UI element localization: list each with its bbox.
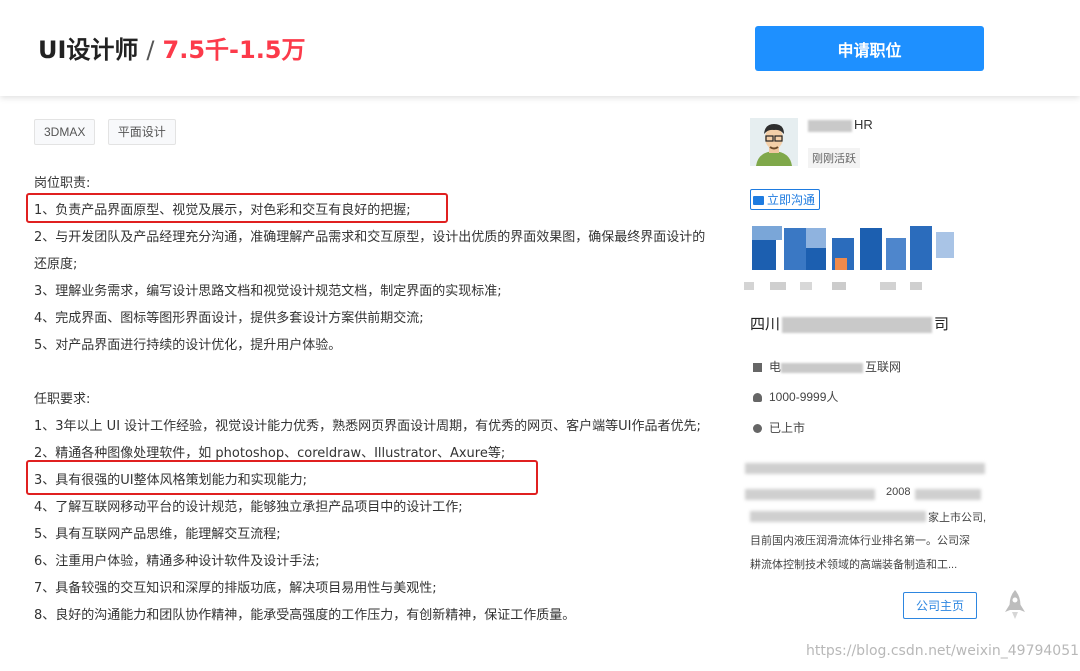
job-title-text: UI设计师 bbox=[38, 36, 139, 64]
company-size: 1000-9999人 bbox=[753, 388, 838, 405]
requirement-item: 1、3年以上 UI 设计工作经验，视觉设计能力优秀，熟悉网页界面设计周期，有优秀… bbox=[34, 419, 701, 434]
requirement-item: 4、了解互联网移动平台的设计规范，能够独立承担产品项目中的设计工作; bbox=[34, 500, 463, 515]
recruiter-status-badge: 刚刚活跃 bbox=[808, 148, 860, 168]
requirement-item: 7、具备较强的交互知识和深厚的排版功底，解决项目易用性与美观性; bbox=[34, 581, 437, 596]
tag-graphic-design: 平面设计 bbox=[107, 119, 176, 145]
redacted-intro-line bbox=[745, 489, 875, 500]
recruiter-role: HR bbox=[854, 117, 873, 132]
job-header: UI设计师/7.5千-1.5万 申请职位 bbox=[0, 0, 1080, 96]
salary: 7.5千-1.5万 bbox=[162, 36, 306, 64]
requirement-item: 5、具有互联网产品思维，能理解交互流程; bbox=[34, 527, 281, 542]
chat-now-label: 立即沟通 bbox=[767, 193, 816, 207]
back-to-top-button[interactable] bbox=[1005, 590, 1025, 620]
rocket-icon bbox=[1005, 590, 1025, 619]
company-name-prefix: 四川 bbox=[750, 316, 781, 333]
duty-item: 4、完成界面、图标等图形界面设计，提供多套设计方案供前期交流; bbox=[34, 311, 424, 326]
chat-icon bbox=[753, 196, 764, 206]
redacted-industry bbox=[781, 362, 864, 373]
people-icon bbox=[753, 393, 762, 403]
job-description: 岗位职责: 1、负责产品界面原型、视觉及展示，对色彩和交互有良好的把握; 2、与… bbox=[34, 170, 714, 629]
redacted-intro-line bbox=[915, 489, 981, 500]
duty-item: 3、理解业务需求，编写设计思路文档和视觉设计规范文档，制定界面的实现标准; bbox=[34, 284, 502, 299]
company-homepage-button[interactable]: 公司主页 bbox=[903, 592, 977, 619]
intro-line-5: 耕流体控制技术领域的高端装备制造和工... bbox=[750, 559, 958, 571]
company-size-text: 1000-9999人 bbox=[769, 390, 839, 404]
intro-line-4: 目前国内液压润滑流体行业排名第一。公司深 bbox=[750, 535, 970, 547]
chat-now-link[interactable]: 立即沟通 bbox=[750, 189, 821, 210]
redacted-intro-line bbox=[745, 463, 985, 474]
watermark: https://blog.csdn.net/weixin_49794051 bbox=[806, 643, 1080, 659]
tag-3dmax: 3DMAX bbox=[34, 119, 96, 145]
company-listing: 已上市 bbox=[753, 419, 805, 436]
intro-line-3: 家上市公司, bbox=[928, 512, 987, 524]
recruiter-name: HR bbox=[808, 117, 873, 132]
apply-button[interactable]: 申请职位 bbox=[755, 26, 984, 71]
company-name-suffix: 司 bbox=[934, 316, 950, 333]
listing-icon bbox=[753, 424, 762, 434]
industry-suffix: 互联网 bbox=[865, 360, 902, 374]
recruiter-avatar[interactable] bbox=[750, 118, 798, 166]
industry-prefix: 电 bbox=[769, 360, 782, 374]
company-industry: 电 互联网 bbox=[753, 358, 901, 375]
skill-tags: 3DMAX 平面设计 bbox=[34, 119, 184, 145]
requirement-item: 8、良好的沟通能力和团队协作精神，能承受高强度的工作压力，有创新精神，保证工作质… bbox=[34, 608, 576, 623]
highlight-box-duty-1 bbox=[26, 193, 448, 223]
requirements-heading: 任职要求: bbox=[34, 392, 91, 407]
industry-icon bbox=[753, 363, 762, 373]
highlight-box-requirement-2 bbox=[26, 460, 538, 495]
redacted-company-name bbox=[782, 317, 933, 334]
company-name[interactable]: 四川 司 bbox=[750, 313, 949, 334]
duty-item: 2、与开发团队及产品经理充分沟通，准确理解产品需求和交互原型，设计出优质的界面效… bbox=[34, 230, 706, 272]
redacted-intro-line bbox=[750, 511, 926, 522]
job-title: UI设计师/7.5千-1.5万 bbox=[38, 30, 306, 65]
redacted-name bbox=[808, 119, 852, 132]
intro-year: 2008 bbox=[886, 486, 911, 498]
requirement-item: 6、注重用户体验，精通多种设计软件及设计手法; bbox=[34, 554, 320, 569]
duty-item: 5、对产品界面进行持续的设计优化，提升用户体验。 bbox=[34, 338, 342, 353]
title-separator: / bbox=[146, 36, 155, 64]
company-logo-redacted bbox=[740, 224, 960, 294]
company-listing-text: 已上市 bbox=[769, 421, 806, 435]
avatar-illustration bbox=[750, 118, 798, 166]
